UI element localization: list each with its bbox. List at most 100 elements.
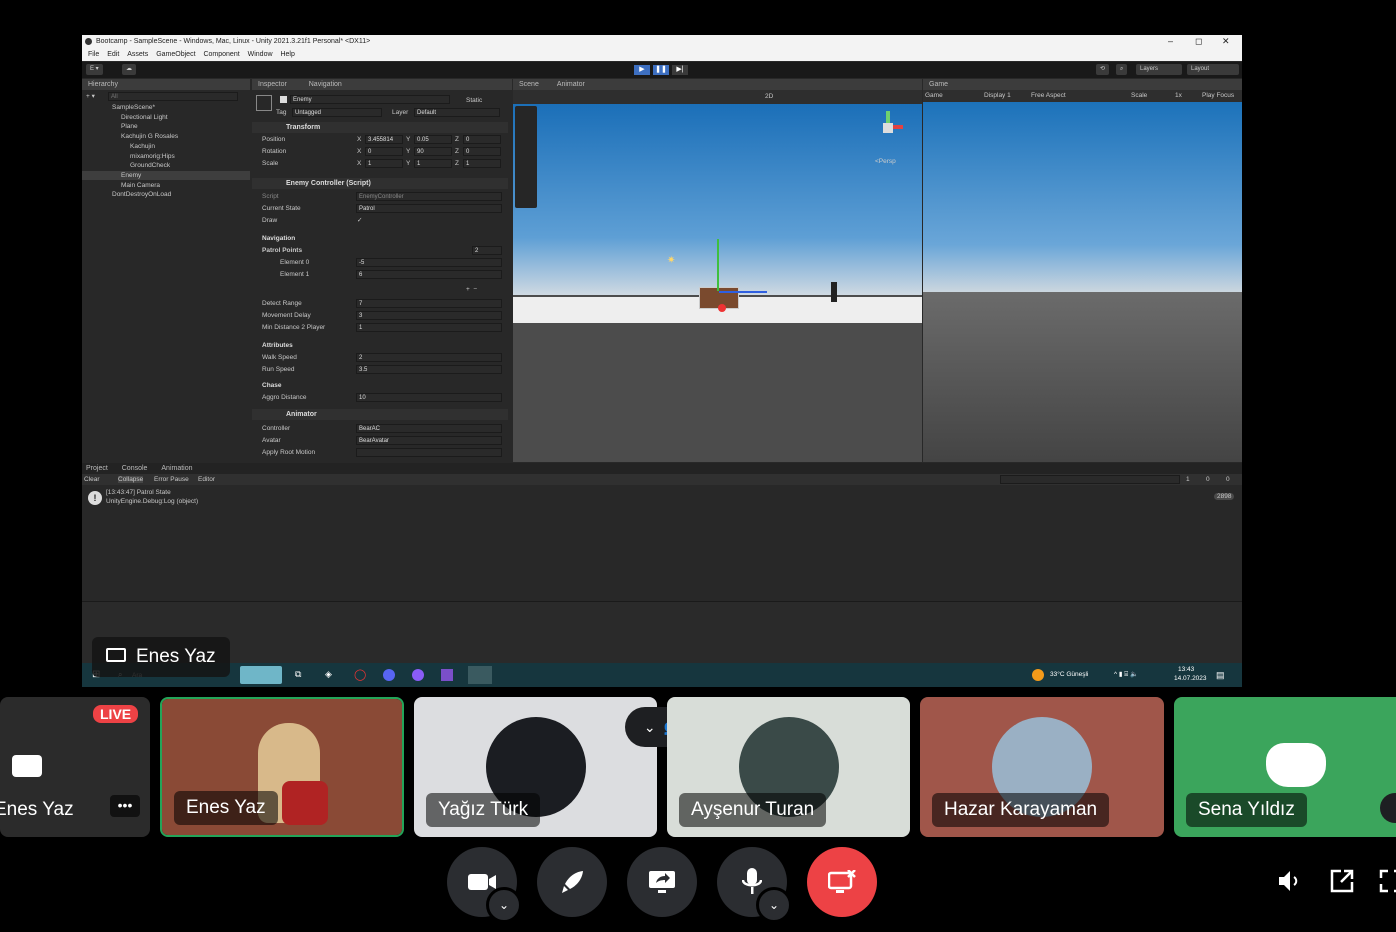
play-button[interactable]: ▶: [634, 65, 650, 75]
layers-dropdown[interactable]: Layers: [1136, 64, 1182, 75]
menu-window[interactable]: Window: [248, 51, 273, 58]
hierarchy-search-input[interactable]: All: [108, 92, 238, 101]
tab-navigation[interactable]: Navigation: [289, 81, 342, 88]
transform-header[interactable]: Transform: [252, 122, 508, 133]
scene-gizmo[interactable]: [871, 111, 905, 145]
play-focus-dropdown[interactable]: Play Focus: [1202, 92, 1234, 99]
hierarchy-item[interactable]: SampleScene*: [82, 103, 250, 112]
patrol-points-count[interactable]: 2: [472, 246, 502, 255]
editor-dropdown[interactable]: Editor: [198, 476, 215, 483]
add-remove-element-buttons[interactable]: + −: [466, 286, 477, 293]
notification-icon[interactable]: ▤: [1216, 670, 1225, 681]
aspect-dropdown[interactable]: Free Aspect: [1031, 92, 1066, 99]
pop-out-button[interactable]: [1329, 868, 1355, 894]
tag-dropdown[interactable]: Untagged: [292, 108, 382, 117]
menu-edit[interactable]: Edit: [107, 51, 119, 58]
search-icon[interactable]: ⌕: [1116, 64, 1128, 75]
log-message[interactable]: [13:43:47] Patrol State: [106, 489, 171, 496]
system-tray-icons[interactable]: ^ ▮ ⌸ 🔈: [1114, 670, 1138, 679]
draw-checkbox[interactable]: ✓: [357, 216, 362, 224]
more-options-button[interactable]: •••: [110, 795, 140, 817]
transform-y-field[interactable]: 0.05: [414, 135, 452, 144]
taskbar-date[interactable]: 14.07.2023: [1174, 675, 1207, 682]
game-dropdown[interactable]: Game: [925, 92, 943, 99]
animator-header[interactable]: Animator: [252, 409, 508, 420]
discord-icon[interactable]: [383, 669, 395, 681]
hierarchy-item[interactable]: Plane: [82, 122, 250, 131]
patrol-points-label[interactable]: Patrol Points: [262, 247, 302, 254]
enemy-controller-header[interactable]: Enemy Controller (Script): [252, 178, 508, 189]
layout-dropdown[interactable]: Layout: [1187, 64, 1239, 75]
field-value[interactable]: 2: [356, 353, 502, 362]
cloud-icon[interactable]: ☁: [122, 64, 136, 75]
account-button[interactable]: E ▾: [86, 64, 103, 75]
field-value[interactable]: 1: [356, 323, 502, 332]
participant-tile-enes[interactable]: Enes Yaz: [160, 697, 404, 837]
scene-view[interactable]: Scene Animator 2D ✷ <Persp: [513, 79, 922, 462]
layer-dropdown[interactable]: Default: [414, 108, 500, 117]
menu-assets[interactable]: Assets: [127, 51, 148, 58]
z-axis-gizmo[interactable]: [719, 291, 767, 293]
field-value[interactable]: [356, 448, 502, 457]
weather-text[interactable]: 33°C Güneşli: [1050, 671, 1088, 678]
github-icon[interactable]: [412, 669, 424, 681]
pause-button[interactable]: ❚❚: [653, 65, 669, 75]
game-tab[interactable]: Game: [923, 79, 1242, 90]
field-value[interactable]: 6: [356, 270, 502, 279]
perspective-label[interactable]: <Persp: [875, 158, 896, 165]
hierarchy-tab[interactable]: Hierarchy: [82, 79, 250, 90]
field-value[interactable]: -5: [356, 258, 502, 267]
transform-x-field[interactable]: 1: [365, 159, 403, 168]
warning-count[interactable]: 0: [1206, 476, 1210, 483]
add-object-button[interactable]: + ▾: [86, 92, 95, 100]
task-view-icon[interactable]: ⧉: [295, 669, 301, 680]
close-button[interactable]: ✕: [1222, 36, 1230, 47]
opera-icon[interactable]: ◯: [354, 668, 366, 681]
hierarchy-item[interactable]: Directional Light: [82, 113, 250, 122]
tab-project[interactable]: Project: [82, 465, 108, 472]
static-toggle[interactable]: Static: [466, 97, 482, 104]
participant-tile-stream[interactable]: LIVE Enes Yaz •••: [0, 697, 150, 837]
hierarchy-item[interactable]: Kachujin: [82, 142, 250, 151]
menu-file[interactable]: File: [88, 51, 99, 58]
error-pause-button[interactable]: Error Pause: [154, 476, 189, 483]
unity-hub-icon[interactable]: ◈: [325, 669, 332, 680]
log-trace[interactable]: UnityEngine.Debug:Log (object): [106, 498, 198, 505]
transform-tools[interactable]: [515, 106, 537, 208]
tab-scene[interactable]: Scene: [513, 81, 539, 88]
participant-tile-sena[interactable]: Sena Yıldız: [1174, 697, 1396, 837]
transform-z-field[interactable]: 0: [463, 135, 501, 144]
scale-value[interactable]: 1x: [1175, 92, 1182, 99]
participant-tile-hazar[interactable]: Hazar Karayaman: [920, 697, 1164, 837]
field-value[interactable]: 3.5: [356, 365, 502, 374]
error-count[interactable]: 0: [1226, 476, 1230, 483]
hierarchy-item[interactable]: Main Camera: [82, 181, 250, 190]
transform-y-field[interactable]: 90: [414, 147, 452, 156]
minimize-button[interactable]: –: [1168, 36, 1173, 46]
taskbar-time[interactable]: 13:43: [1178, 666, 1194, 673]
maximize-button[interactable]: ◻: [1195, 36, 1202, 47]
collapse-button[interactable]: Collapse: [118, 476, 144, 483]
field-value[interactable]: 3: [356, 311, 502, 320]
object-name-field[interactable]: Enemy: [290, 95, 450, 104]
x-axis-gizmo[interactable]: [718, 304, 726, 312]
field-value[interactable]: 7: [356, 299, 502, 308]
stop-stream-button[interactable]: [807, 847, 877, 917]
visual-studio-icon[interactable]: [441, 669, 453, 681]
transform-x-field[interactable]: 3.455814: [365, 135, 403, 144]
tab-inspector[interactable]: Inspector: [252, 81, 287, 88]
player-character[interactable]: [831, 282, 837, 302]
fullscreen-button[interactable]: [1378, 868, 1396, 894]
field-value[interactable]: BearAvatar: [356, 436, 502, 445]
menu-component[interactable]: Component: [203, 51, 239, 58]
2d-toggle[interactable]: 2D: [765, 93, 773, 100]
transform-z-field[interactable]: 1: [463, 159, 501, 168]
menu-gameobject[interactable]: GameObject: [156, 51, 195, 58]
transform-x-field[interactable]: 0: [365, 147, 403, 156]
hierarchy-item[interactable]: GroundCheck: [82, 161, 250, 170]
field-value[interactable]: 10: [356, 393, 502, 402]
display-dropdown[interactable]: Display 1: [984, 92, 1011, 99]
tab-console[interactable]: Console: [110, 465, 148, 472]
field-value[interactable]: BearAC: [356, 424, 502, 433]
hierarchy-item[interactable]: Enemy: [82, 170, 250, 180]
